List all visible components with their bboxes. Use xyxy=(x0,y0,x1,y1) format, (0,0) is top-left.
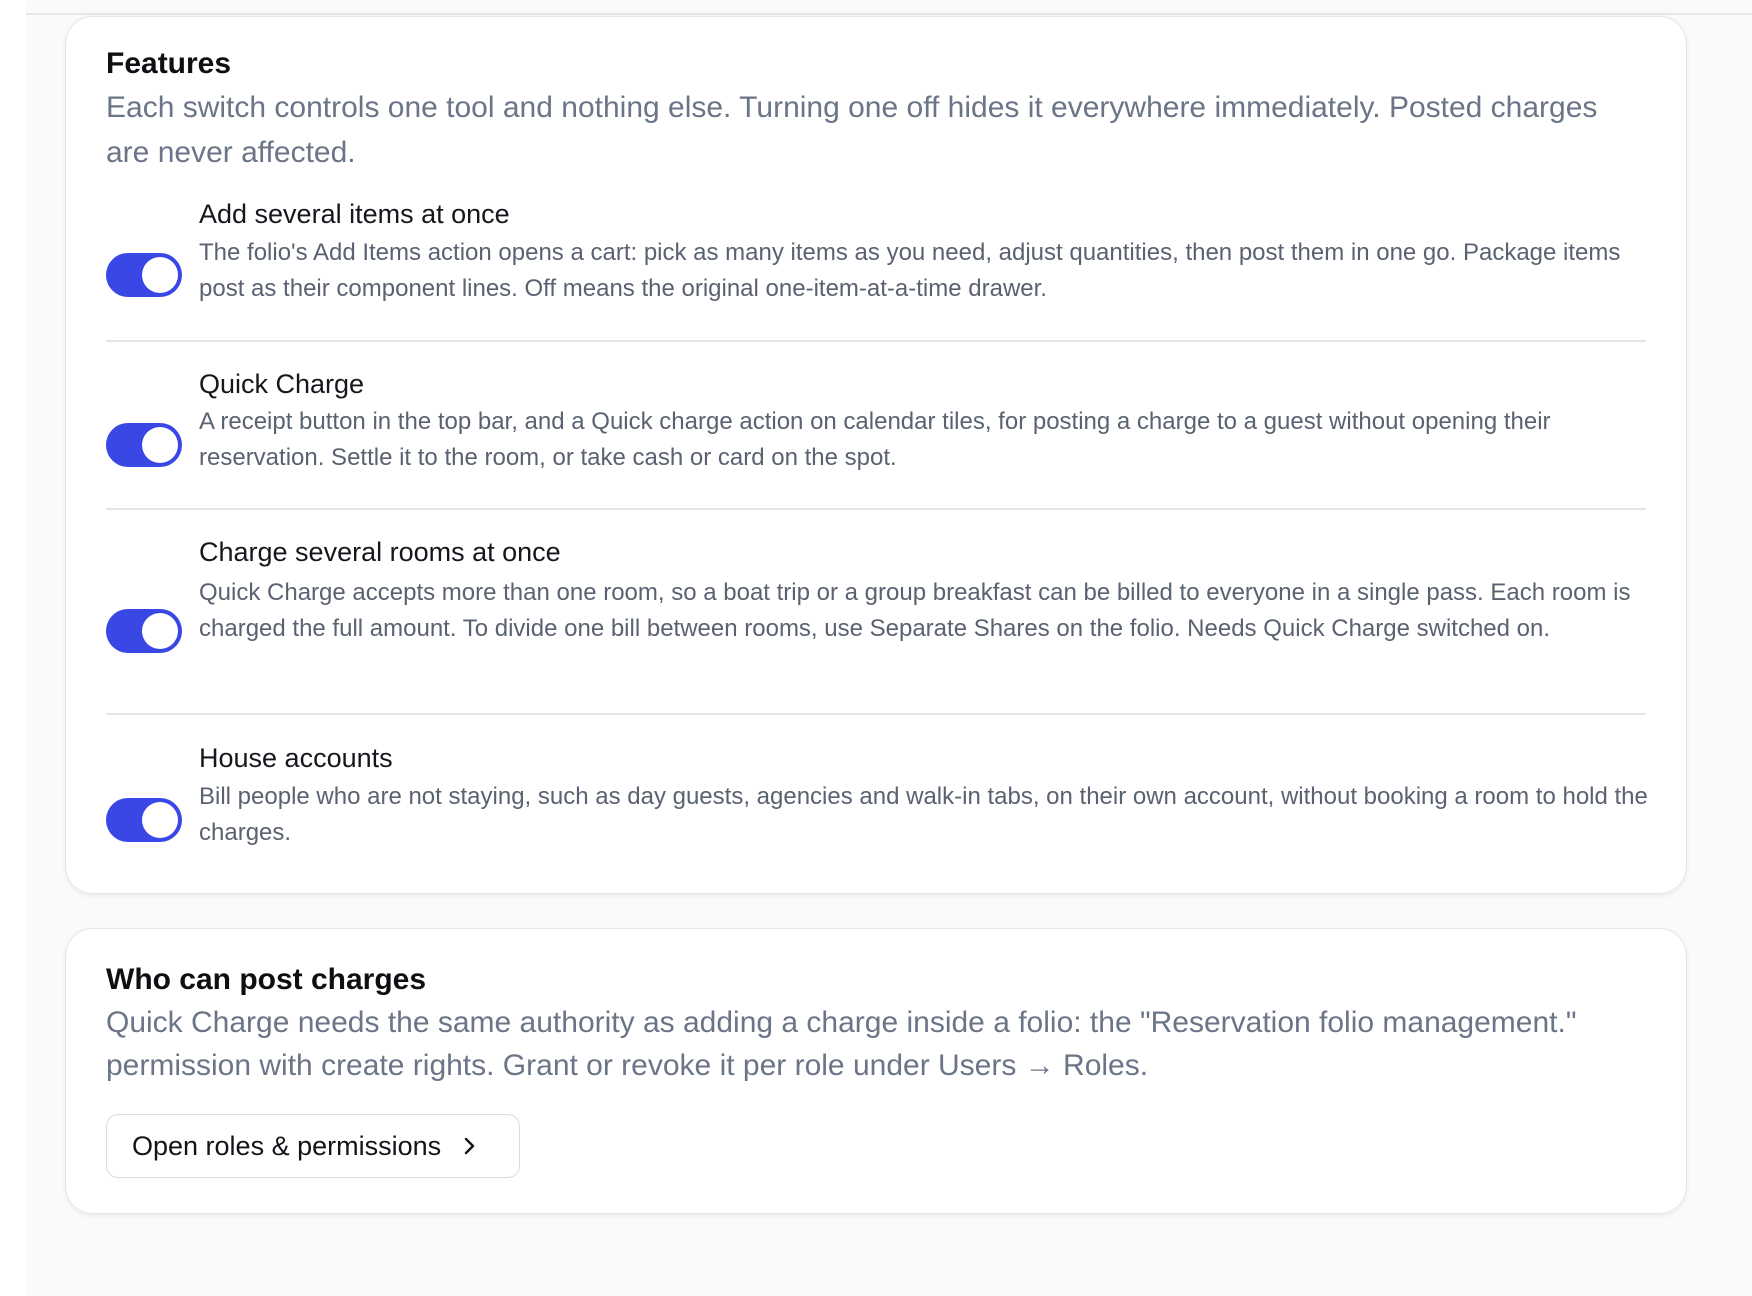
feature-row-add-several-items: Add several items at once The folio's Ad… xyxy=(106,197,1646,327)
feature-description: Bill people who are not staying, such as… xyxy=(199,783,1648,846)
features-title: Features xyxy=(106,47,232,80)
feature-title: Quick Charge xyxy=(199,369,365,399)
feature-description: A receipt button in the top bar, and a Q… xyxy=(199,408,1551,471)
features-description: Each switch controls one tool and nothin… xyxy=(106,91,1598,169)
permissions-description: Quick Charge needs the same authority as… xyxy=(106,1006,1577,1082)
feature-title: Add several items at once xyxy=(199,199,510,229)
toggle-charge-several-rooms[interactable] xyxy=(106,609,182,653)
feature-title: Charge several rooms at once xyxy=(199,537,561,567)
row-divider xyxy=(106,713,1646,715)
toggle-knob xyxy=(142,427,178,463)
feature-description: Quick Charge accepts more than one room,… xyxy=(199,579,1631,642)
features-card: Features Each switch controls one tool a… xyxy=(65,16,1687,894)
row-divider xyxy=(106,508,1646,510)
button-label: Open roles & permissions xyxy=(132,1130,442,1161)
toggle-knob xyxy=(142,802,178,838)
feature-row-charge-several-rooms: Charge several rooms at once Quick Charg… xyxy=(106,535,1646,705)
feature-row-house-accounts: House accounts Bill people who are not s… xyxy=(106,741,1648,871)
toggle-add-several-items[interactable] xyxy=(106,253,182,297)
toggle-house-accounts[interactable] xyxy=(106,798,182,842)
open-roles-permissions-button[interactable]: Open roles & permissions xyxy=(106,1114,520,1178)
toggle-quick-charge[interactable] xyxy=(106,423,182,467)
permissions-title: Who can post charges xyxy=(106,963,427,996)
toggle-knob xyxy=(142,257,178,293)
chevron-right-icon xyxy=(463,1136,477,1156)
feature-row-quick-charge: Quick Charge A receipt button in the top… xyxy=(106,367,1646,497)
row-divider xyxy=(106,340,1646,342)
feature-description: The folio's Add Items action opens a car… xyxy=(199,239,1621,302)
toggle-knob xyxy=(142,613,178,649)
feature-title: House accounts xyxy=(199,743,393,773)
top-divider xyxy=(26,13,1752,15)
permissions-card: Who can post charges Quick Charge needs … xyxy=(65,928,1687,1214)
